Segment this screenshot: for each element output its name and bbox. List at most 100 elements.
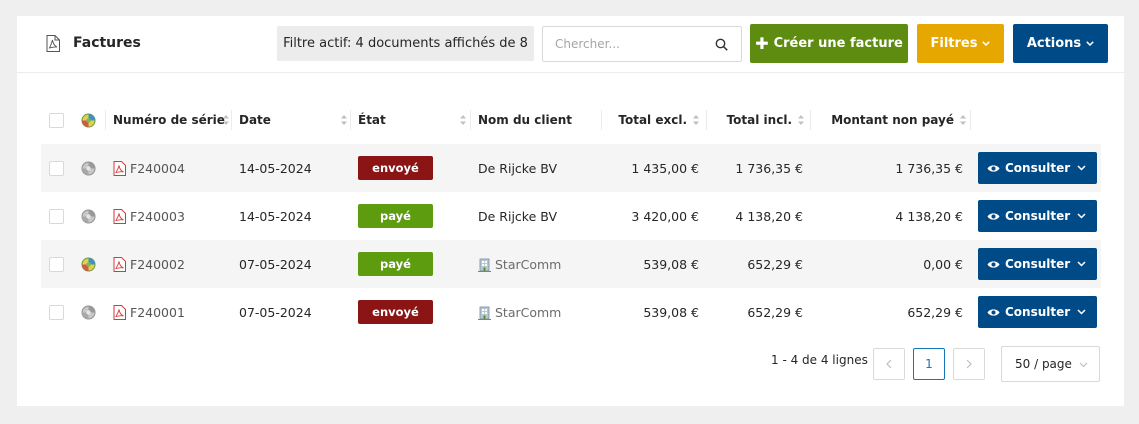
chevron-down-icon: [1079, 362, 1088, 368]
multicolor-ball-icon: [81, 257, 96, 271]
search-input[interactable]: [543, 27, 708, 61]
active-filter-badge: Filtre actif: 4 documents affichés de 8: [277, 26, 534, 61]
consult-label: Consulter: [1005, 161, 1071, 175]
chevron-down-icon[interactable]: [1077, 309, 1086, 315]
total-incl-cell: 1 736,35 €: [735, 160, 803, 176]
consult-button[interactable]: Consulter: [978, 200, 1097, 232]
state-badge: envoyé: [358, 300, 433, 324]
date-cell: 07-05-2024: [239, 256, 312, 272]
series-number-link[interactable]: F240003: [130, 209, 185, 224]
page-1-button[interactable]: 1: [913, 348, 945, 380]
column-client-label: Nom du client: [478, 113, 573, 127]
column-header-date[interactable]: Date: [239, 100, 351, 140]
consult-button[interactable]: Consulter: [978, 152, 1097, 184]
row-checkbox[interactable]: [49, 256, 64, 272]
row-select-cell: [49, 288, 64, 336]
client-name[interactable]: StarComm: [495, 257, 561, 272]
column-header-total-incl[interactable]: Total incl.: [714, 100, 808, 140]
invoices-card: Factures Filtre actif: 4 documents affic…: [17, 16, 1124, 406]
row-checkbox[interactable]: [49, 208, 64, 224]
pdf-file-icon: [113, 256, 126, 272]
state-cell: payé: [358, 192, 433, 240]
column-header-unpaid[interactable]: Montant non payé: [818, 100, 970, 140]
total-incl-cell: 4 138,20 €: [735, 208, 803, 224]
column-divider: [706, 110, 707, 130]
date-cell: 14-05-2024: [239, 208, 312, 224]
pagination-summary: 1 - 4 de 4 lignes: [771, 353, 868, 367]
chevron-down-icon[interactable]: [1077, 165, 1086, 171]
multicolor-ball-icon: [81, 113, 96, 127]
column-header-client[interactable]: Nom du client: [478, 100, 598, 140]
actions-button[interactable]: Actions: [1013, 24, 1108, 63]
total-excl-cell: 539,08 €: [643, 304, 699, 320]
total-incl-cell: 652,29 €: [747, 256, 803, 272]
select-all-checkbox[interactable]: [49, 112, 64, 128]
sort-icon[interactable]: [692, 114, 700, 126]
page-title: Factures: [73, 35, 141, 51]
grey-ball-icon: [81, 161, 96, 175]
sort-icon[interactable]: [959, 114, 967, 126]
state-badge: envoyé: [358, 156, 433, 180]
consult-button[interactable]: Consulter: [978, 296, 1097, 328]
table-row: F240004 14-05-2024 envoyé De Rijcke BV 1…: [41, 144, 1101, 192]
date-cell: 07-05-2024: [239, 304, 312, 320]
series-cell[interactable]: F240003: [113, 192, 185, 240]
row-checkbox[interactable]: [49, 160, 64, 176]
row-select-cell: [49, 240, 64, 288]
client-name[interactable]: StarComm: [495, 305, 561, 320]
consult-label: Consulter: [1005, 209, 1071, 223]
column-header-total-excl[interactable]: Total excl.: [609, 100, 703, 140]
card-header: Factures Filtre actif: 4 documents affic…: [17, 16, 1124, 73]
table-row: F240002 07-05-2024 payé StarComm 539,08 …: [41, 240, 1101, 288]
unpaid-cell: 652,29 €: [907, 304, 963, 320]
total-excl-cell: 3 420,00 €: [631, 208, 699, 224]
series-cell[interactable]: F240002: [113, 240, 185, 288]
series-number-link[interactable]: F240002: [130, 257, 185, 272]
client-name: De Rijcke BV: [478, 160, 557, 176]
eye-icon: [987, 308, 1000, 316]
sort-icon[interactable]: [459, 114, 467, 126]
column-header-state[interactable]: État: [358, 100, 470, 140]
next-page-button[interactable]: [953, 348, 985, 380]
series-number-link[interactable]: F240004: [130, 161, 185, 176]
row-select-cell: [49, 192, 64, 240]
series-cell[interactable]: F240004: [113, 144, 185, 192]
create-invoice-button[interactable]: ✚ Créer une facture: [750, 24, 908, 63]
client-cell: De Rijcke BV: [478, 144, 557, 192]
consult-button[interactable]: Consulter: [978, 248, 1097, 280]
search-box[interactable]: [542, 26, 742, 62]
chevron-down-icon[interactable]: [1077, 213, 1086, 219]
previous-page-button[interactable]: [873, 348, 905, 380]
chevron-down-icon: [1086, 41, 1094, 46]
sort-icon[interactable]: [222, 114, 230, 126]
column-state-label: État: [358, 113, 386, 127]
unpaid-cell: 0,00 €: [923, 256, 963, 272]
status-column-header: [81, 100, 96, 140]
search-icon[interactable]: [715, 38, 728, 51]
column-divider: [810, 110, 811, 130]
row-select-cell: [49, 144, 64, 192]
chevron-down-icon[interactable]: [1077, 261, 1086, 267]
filters-button[interactable]: Filtres: [917, 24, 1004, 63]
page-size-select[interactable]: 50 / page: [1001, 346, 1100, 382]
column-date-label: Date: [239, 113, 271, 127]
create-invoice-label: Créer une facture: [773, 36, 903, 51]
sort-icon[interactable]: [340, 114, 348, 126]
pdf-file-icon: [113, 160, 126, 176]
column-header-series[interactable]: Numéro de série: [113, 100, 233, 140]
series-number-link[interactable]: F240001: [130, 305, 185, 320]
select-all-cell: [49, 100, 64, 140]
unpaid-cell: 4 138,20 €: [895, 208, 963, 224]
row-checkbox[interactable]: [49, 304, 64, 320]
pdf-file-icon: [113, 208, 126, 224]
date-cell: 14-05-2024: [239, 160, 312, 176]
building-icon: [478, 258, 491, 272]
client-cell: De Rijcke BV: [478, 192, 557, 240]
state-cell: envoyé: [358, 144, 433, 192]
column-divider: [470, 110, 471, 130]
series-cell[interactable]: F240001: [113, 288, 185, 336]
row-status-cell: [81, 288, 96, 336]
row-status-cell: [81, 144, 96, 192]
column-divider: [350, 110, 351, 130]
sort-icon[interactable]: [797, 114, 805, 126]
